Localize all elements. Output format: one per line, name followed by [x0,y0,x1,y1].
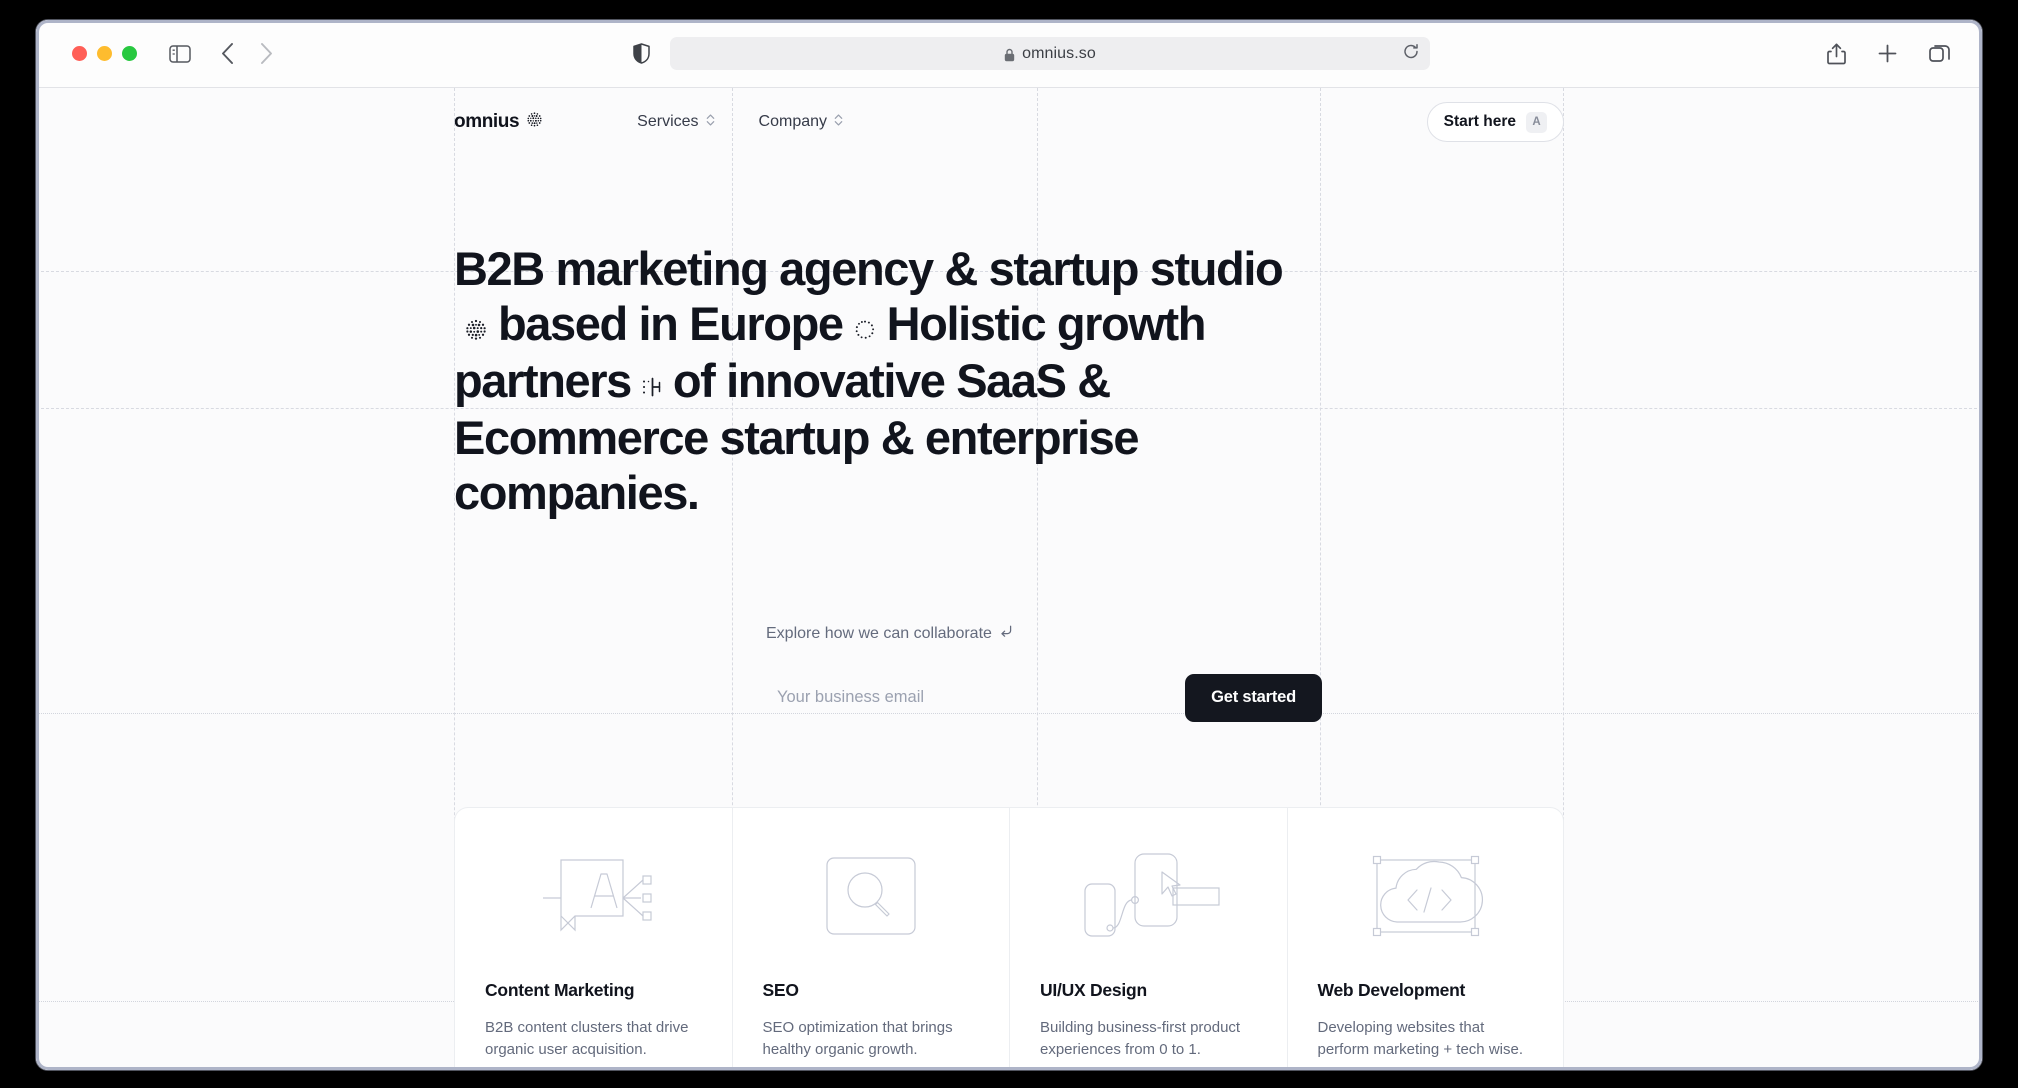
webpage-viewport: omnius Services Company Start here A B2B… [36,88,1982,1070]
headline-part-2: based in Europe [498,296,844,350]
privacy-shield-icon[interactable] [633,43,650,64]
get-started-button[interactable]: Get started [1185,673,1322,722]
service-card-seo[interactable]: SEO SEO optimization that brings healthy… [731,806,1009,1070]
toolbar-right-actions [1827,43,1960,65]
screen-flow-cursor-icon [1040,846,1257,946]
nav-item-label: Company [758,113,828,130]
back-arrow-icon[interactable] [221,43,234,64]
start-here-button[interactable]: Start here A [1426,102,1564,142]
arrow-curve-down-right-icon [999,624,1014,644]
safari-browser-window: omnius.so omnius Services Company Start … [36,20,1982,1070]
browser-toolbar: omnius.so [36,20,1982,88]
main-navigation: Services Company [637,113,843,132]
site-header: omnius Services Company Start here A [454,88,1564,156]
plus-icon[interactable] [1878,44,1897,63]
card-description: SEO optimization that brings healthy org… [762,1018,953,1059]
hero-section: B2B marketing agency & startup studiobas… [454,156,1564,521]
node-tree-icon [641,356,663,411]
nav-item-label: Services [637,113,699,130]
headline-part-1: B2B marketing agency & startup studio [454,242,1284,295]
card-description: Developing websites that perform marketi… [1317,1018,1524,1059]
service-card-uiux-design[interactable]: UI/UX Design Building business-first pro… [1009,806,1287,1070]
tab-overview-icon[interactable] [1929,43,1950,64]
chevron-updown-icon [834,113,843,132]
cloud-code-icon [1318,846,1534,946]
nav-item-services[interactable]: Services [637,113,714,132]
service-cards: Content Marketing B2B content clusters t… [454,806,1564,1070]
reload-icon[interactable] [1403,43,1419,64]
page-headline: B2B marketing agency & startup studiobas… [454,242,1294,521]
service-card-web-development[interactable]: Web Development Developing websites that… [1286,806,1564,1070]
cta-label: Explore how we can collaborate [766,624,1322,644]
document-with-letter-a-icon [485,846,702,946]
chevron-updown-icon [706,113,715,132]
forward-arrow-icon[interactable] [260,43,273,64]
sidebar-toggle-icon[interactable] [169,44,191,63]
address-bar[interactable]: omnius.so [670,37,1430,70]
minimize-window-button[interactable] [97,46,112,61]
card-title: Content Marketing [485,979,635,1000]
cta-label-text: Explore how we can collaborate [766,624,992,642]
card-description: Building business-first product experien… [1040,1018,1241,1059]
window-controls [72,46,137,61]
share-icon[interactable] [1827,43,1846,65]
desktop-backdrop: omnius.so omnius Services Company Start … [0,0,2018,1088]
start-here-label: Start here [1443,113,1516,130]
logo-wordmark: omnius [454,111,520,132]
email-signup-form: Get started [766,673,1322,722]
lock-icon [1004,48,1015,62]
maximize-window-button[interactable] [122,46,137,61]
card-title: SEO [762,979,799,1000]
nav-item-company[interactable]: Company [759,113,843,132]
start-here-shortcut-badge: A [1526,111,1547,133]
close-window-button[interactable] [72,46,87,61]
card-title: UI/UX Design [1040,979,1147,1000]
card-title: Web Development [1317,979,1466,1000]
business-email-input[interactable] [766,673,1186,722]
dotted-sphere-icon [526,111,543,133]
cta-section: Explore how we can collaborate Get start… [766,624,1322,722]
card-description: B2B content clusters that drive organic … [485,1018,689,1059]
service-card-content-marketing[interactable]: Content Marketing B2B content clusters t… [454,806,732,1070]
dotted-circle-icon [853,299,877,354]
dotted-sphere-icon [464,299,488,354]
url-text: omnius.so [1022,44,1096,62]
magnifying-glass-icon [763,846,980,946]
omnius-logo[interactable]: omnius [454,111,543,133]
